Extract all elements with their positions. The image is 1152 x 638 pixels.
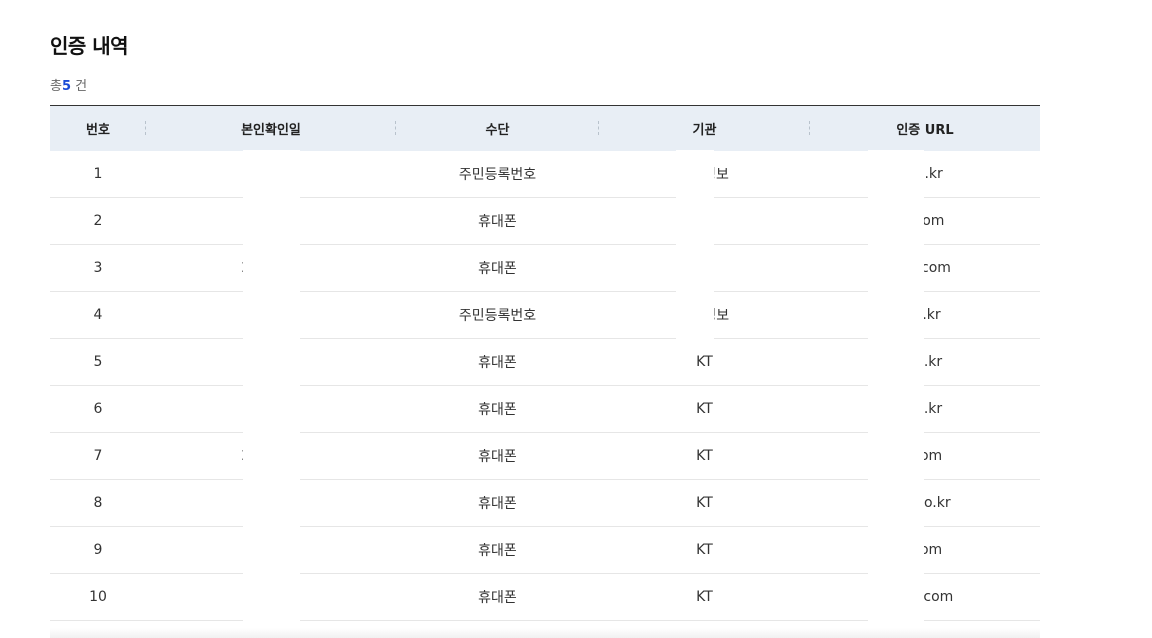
cell-url: co.kr bbox=[810, 338, 1040, 386]
cell-url: .com bbox=[810, 432, 1040, 480]
cell-method: 휴대폰 bbox=[396, 479, 599, 527]
cell-agency: KT bbox=[599, 338, 810, 386]
cell-url: r.com bbox=[810, 197, 1040, 245]
total-count: 총5 건 bbox=[50, 75, 87, 94]
cell-method: 휴대폰 bbox=[396, 573, 599, 621]
cell-url: is.go.kr bbox=[810, 479, 1040, 527]
cell-url: i rk.com bbox=[810, 573, 1040, 621]
cell-method: 휴대폰 bbox=[396, 526, 599, 574]
cell-agency: KT bbox=[599, 573, 810, 621]
cell-agency: KT bbox=[599, 526, 810, 574]
cell-no: 5 bbox=[50, 338, 146, 386]
cell-no: 3 bbox=[50, 244, 146, 292]
cell-method: 휴대폰 bbox=[396, 385, 599, 433]
cell-no: 7 bbox=[50, 432, 146, 480]
cell-agency: KT bbox=[599, 479, 810, 527]
redaction-mask-agency bbox=[676, 150, 714, 340]
header-url: 인증 URL bbox=[810, 105, 1040, 151]
cell-no: 10 bbox=[50, 573, 146, 621]
cell-url: go.kr bbox=[810, 150, 1040, 198]
cell-agency: KT bbox=[599, 385, 810, 433]
header-method: 수단 bbox=[396, 105, 599, 151]
page-title: 인증 내역 bbox=[50, 34, 129, 58]
cell-url: .com bbox=[810, 526, 1040, 574]
count-value: 5 bbox=[61, 79, 72, 94]
table-header-row: 번호 본인확인일 수단 기관 인증 URL bbox=[50, 105, 1040, 151]
cell-url: or.kr bbox=[810, 291, 1040, 339]
cell-no: 6 bbox=[50, 385, 146, 433]
cell-method: 주민등록번호 bbox=[396, 291, 599, 339]
cell-no: 9 bbox=[50, 526, 146, 574]
redaction-mask-date bbox=[243, 150, 300, 638]
count-prefix: 총 bbox=[50, 79, 62, 94]
header-agency: 기관 bbox=[599, 105, 810, 151]
cell-method: 주민등록번호 bbox=[396, 150, 599, 198]
header-date: 본인확인일 bbox=[146, 105, 396, 151]
cell-method: 휴대폰 bbox=[396, 432, 599, 480]
cell-method: 휴대폰 bbox=[396, 197, 599, 245]
cell-method: 휴대폰 bbox=[396, 244, 599, 292]
cell-no: 4 bbox=[50, 291, 146, 339]
cell-url: ne.com bbox=[810, 244, 1040, 292]
cell-no: 8 bbox=[50, 479, 146, 527]
count-suffix: 건 bbox=[75, 79, 88, 94]
cell-no: 1 bbox=[50, 150, 146, 198]
header-no: 번호 bbox=[50, 105, 146, 151]
redaction-mask-url bbox=[868, 150, 924, 638]
cell-method: 휴대폰 bbox=[396, 338, 599, 386]
cell-url: co.kr bbox=[810, 385, 1040, 433]
next-row-shadow bbox=[50, 628, 1040, 638]
cell-no: 2 bbox=[50, 197, 146, 245]
cell-agency: KT bbox=[599, 432, 810, 480]
